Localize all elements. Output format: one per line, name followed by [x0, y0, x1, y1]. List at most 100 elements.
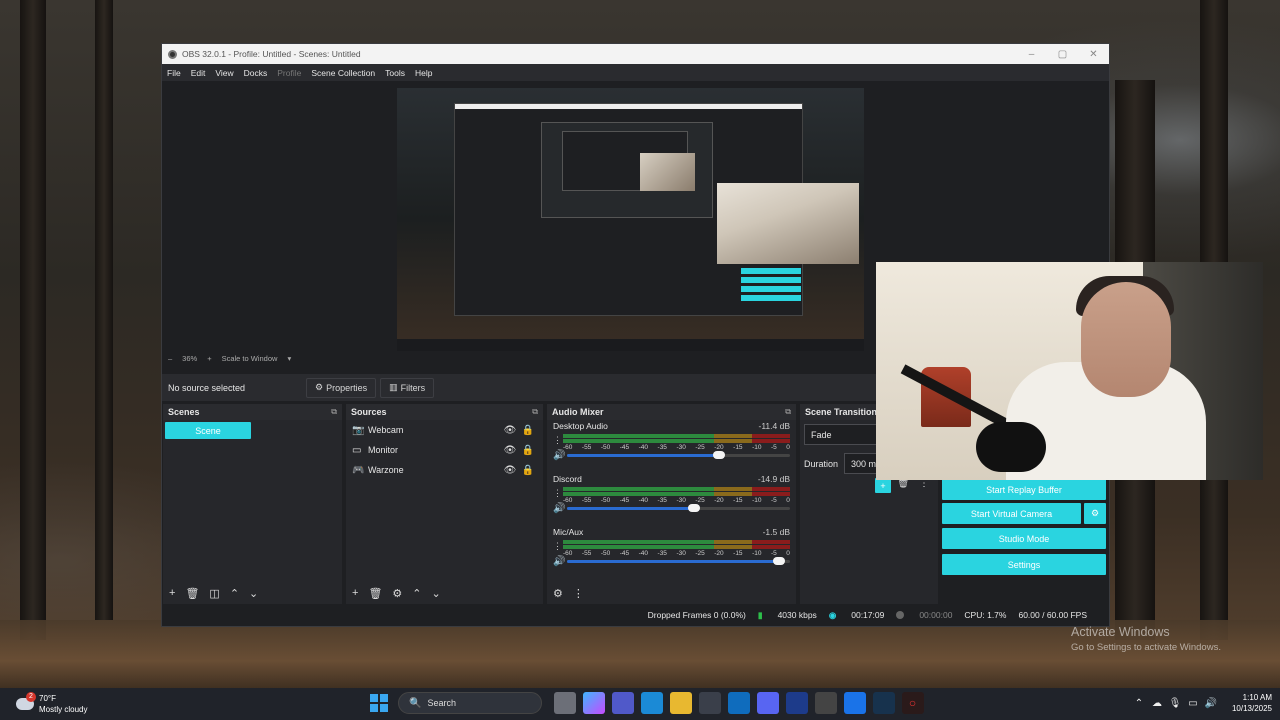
lock-icon[interactable]: 🔒 [519, 465, 537, 476]
record-app-icon[interactable]: ○ [901, 692, 924, 714]
weather-widget[interactable]: 2 70°F Mostly cloudy [16, 691, 126, 717]
more-options-icon[interactable]: ⋮ [573, 587, 584, 600]
speaker-icon[interactable]: 🔊 [553, 503, 567, 514]
meter-tick-label: -40 [638, 444, 649, 451]
move-up-icon[interactable]: ⌃ [230, 587, 239, 600]
discord-icon[interactable] [756, 692, 779, 714]
filters-label: Filters [400, 382, 426, 393]
advanced-audio-icon[interactable]: ⚙ [553, 587, 563, 600]
move-down-icon[interactable]: ⌄ [432, 587, 441, 600]
trash-icon[interactable]: 🗑 [368, 587, 382, 600]
menu-scene-collection[interactable]: Scene Collection [311, 68, 375, 78]
meter-tick-label: -15 [733, 497, 743, 504]
duration-label: Duration [804, 458, 839, 469]
start-replay-buffer-button[interactable]: Start Replay Buffer [942, 479, 1106, 500]
settings-button[interactable]: Settings [942, 554, 1106, 575]
scene-list-item[interactable]: Scene [165, 422, 251, 439]
trash-icon[interactable]: 🗑 [185, 587, 199, 600]
close-button[interactable]: ✕ [1078, 49, 1109, 60]
steam-icon[interactable] [872, 692, 895, 714]
filter-icon[interactable]: ◫ [209, 587, 219, 600]
add-transition-button[interactable]: + [875, 478, 891, 493]
zoom-out-button[interactable]: – [168, 354, 172, 363]
volume-knob[interactable] [772, 556, 785, 565]
taskbar-search[interactable]: 🔍 Search [398, 692, 542, 714]
studio-mode-button[interactable]: Studio Mode [942, 528, 1106, 549]
menu-tools[interactable]: Tools [385, 68, 405, 78]
move-down-icon[interactable]: ⌄ [249, 587, 258, 600]
teams-icon[interactable] [611, 692, 634, 714]
source-item-monitor[interactable]: ▭ Monitor 👁 🔒 [346, 440, 543, 460]
visibility-eye-icon[interactable]: 👁 [501, 445, 519, 456]
store-icon[interactable] [698, 692, 721, 714]
menu-help[interactable]: Help [415, 68, 432, 78]
menu-profile[interactable]: Profile [277, 68, 301, 78]
menu-view[interactable]: View [215, 68, 233, 78]
volume-slider[interactable] [567, 450, 790, 459]
volume-knob[interactable] [712, 450, 725, 459]
more-options-icon[interactable]: ⋮ [553, 435, 563, 446]
copilot-icon[interactable] [582, 692, 605, 714]
speaker-icon[interactable]: 🔊 [553, 450, 567, 461]
source-item-webcam[interactable]: 📷 Webcam 👁 🔒 [346, 420, 543, 440]
start-virtual-camera-button[interactable]: Start Virtual Camera [942, 503, 1081, 524]
undock-icon[interactable]: ⧉ [331, 407, 337, 417]
speaker-icon[interactable]: 🔊 [1202, 698, 1220, 709]
battlenet-icon[interactable] [843, 692, 866, 714]
volume-knob[interactable] [688, 503, 701, 512]
filters-button[interactable]: ▥ Filters [380, 377, 435, 398]
lock-icon[interactable]: 🔒 [519, 445, 537, 456]
speaker-icon[interactable]: 🔊 [553, 556, 567, 567]
obs-icon[interactable] [814, 692, 837, 714]
visibility-eye-icon[interactable]: 👁 [501, 465, 519, 476]
undock-icon[interactable]: ⧉ [785, 407, 791, 417]
menu-edit[interactable]: Edit [191, 68, 206, 78]
display-icon[interactable]: ▭ [1184, 698, 1202, 709]
zoom-in-button[interactable]: + [207, 354, 211, 363]
microphone-icon[interactable]: 🎙 [1166, 698, 1184, 709]
properties-button[interactable]: ⚙ Properties [306, 377, 377, 398]
menu-docks[interactable]: Docks [244, 68, 268, 78]
add-scene-button[interactable]: + [169, 587, 175, 599]
meter-tick-label: 0 [786, 550, 790, 557]
maximize-button[interactable]: ▢ [1047, 49, 1078, 60]
move-up-icon[interactable]: ⌃ [412, 587, 421, 600]
edge-icon[interactable] [640, 692, 663, 714]
meter-tick-label: -30 [676, 497, 686, 504]
outlook-icon[interactable] [727, 692, 750, 714]
task-view-icon[interactable] [553, 692, 576, 714]
channel-name: Mic/Aux [553, 527, 584, 537]
meter-tick-label: -25 [695, 550, 705, 557]
mixer-channel: Desktop Audio -11.4 dB ⋮ -60 -55 -50 -45 -40… [547, 420, 796, 473]
cloud-sync-icon[interactable]: ☁ [1148, 698, 1166, 709]
temperature: 70°F [39, 694, 56, 703]
app-icon[interactable] [785, 692, 808, 714]
source-label: Webcam [368, 425, 404, 435]
undock-icon[interactable]: ⧉ [532, 407, 538, 417]
volume-slider[interactable] [567, 556, 790, 565]
lock-icon[interactable]: 🔒 [519, 425, 537, 436]
minimize-button[interactable]: – [1016, 49, 1047, 60]
menu-file[interactable]: File [167, 68, 181, 78]
meter-tick-label: -35 [657, 550, 667, 557]
clock[interactable]: 1:10 AM 10/13/2025 [1232, 692, 1272, 714]
source-item-warzone[interactable]: 🎮 Warzone 👁 🔒 [346, 460, 543, 480]
visibility-eye-icon[interactable]: 👁 [501, 425, 519, 436]
more-options-icon[interactable]: ⋮ [553, 541, 563, 552]
chevron-up-icon[interactable]: ⌃ [1130, 698, 1148, 709]
time: 1:10 AM [1242, 693, 1272, 702]
start-button[interactable] [370, 694, 388, 712]
transition-select[interactable]: Fade [804, 424, 884, 445]
meter-tick-label: -55 [581, 550, 592, 557]
more-options-icon[interactable]: ⋮ [553, 488, 563, 499]
chevron-down-icon[interactable]: ▾ [287, 354, 291, 363]
file-explorer-icon[interactable] [669, 692, 692, 714]
volume-slider[interactable] [567, 503, 790, 512]
gear-icon[interactable]: ⚙ [392, 587, 402, 600]
program-preview[interactable] [397, 88, 864, 351]
virtual-camera-settings-gear-icon[interactable]: ⚙ [1084, 503, 1106, 524]
bitrate: 4030 kbps [777, 610, 817, 620]
scale-mode[interactable]: Scale to Window [222, 354, 278, 363]
title-bar[interactable]: OBS 32.0.1 - Profile: Untitled - Scenes:… [162, 44, 1109, 64]
add-source-button[interactable]: + [352, 587, 358, 599]
